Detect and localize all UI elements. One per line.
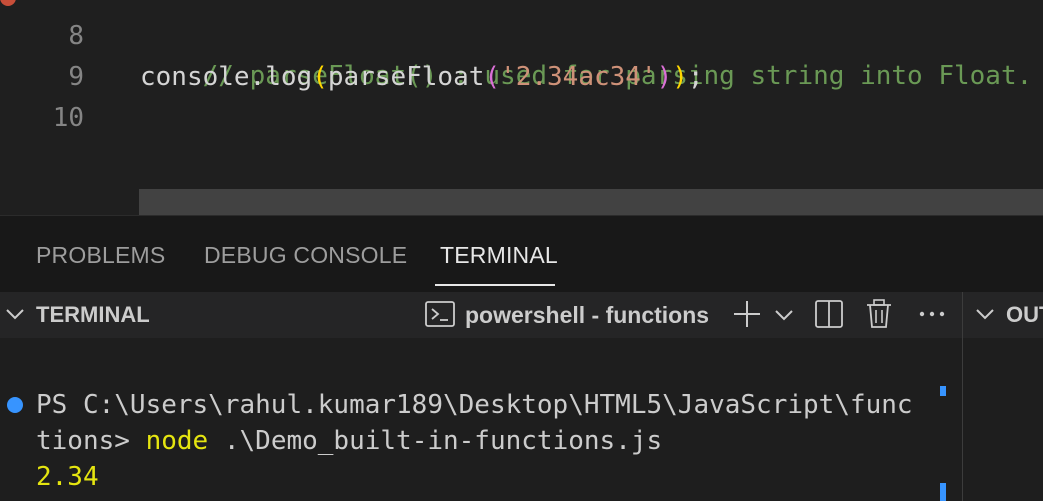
tab-problems[interactable]: PROBLEMS <box>36 242 165 269</box>
line-number-10: 10 <box>52 103 84 133</box>
scroll-marker <box>940 386 946 396</box>
code-console-log: console.log <box>140 62 313 92</box>
scroll-marker <box>940 483 946 501</box>
error-indicator-icon <box>0 0 16 6</box>
output-panel[interactable] <box>963 338 1043 501</box>
terminal-prompt-tail: tions> <box>36 426 146 456</box>
code-line-9[interactable]: console.log(parseFloat('2.34ac34')); <box>140 57 704 97</box>
active-tab-indicator <box>435 284 555 286</box>
output-chevron-down-icon[interactable] <box>974 303 996 325</box>
terminal-icon[interactable] <box>424 298 456 330</box>
line-number-8: 8 <box>68 21 84 51</box>
terminal-command: node <box>145 426 209 456</box>
split-editor-icon[interactable] <box>813 298 845 330</box>
code-paren-close-1: ) <box>672 62 688 92</box>
ellipsis-icon[interactable] <box>916 298 948 330</box>
terminal-line-command: tions> node .\Demo_built-in-functions.js <box>36 423 662 459</box>
terminal-output[interactable]: PS C:\Users\rahul.kumar189\Desktop\HTML5… <box>0 338 962 501</box>
code-paren-open-1: ( <box>312 62 328 92</box>
chevron-down-icon[interactable] <box>4 303 26 325</box>
terminal-line-output: 2.34 <box>36 462 99 492</box>
command-decoration-icon[interactable] <box>7 397 23 413</box>
code-paren-open-2: ( <box>484 62 501 92</box>
code-string-literal: '2.34ac34' <box>500 62 657 92</box>
horizontal-scrollbar[interactable] <box>139 189 1043 215</box>
terminal-section-title[interactable]: TERMINAL <box>36 302 150 328</box>
terminal-line-prompt: PS C:\Users\rahul.kumar189\Desktop\HTML5… <box>36 390 913 420</box>
plus-icon[interactable] <box>731 298 763 330</box>
add-terminal-menu-chevron-down-icon[interactable] <box>768 298 800 330</box>
output-section-title[interactable]: OUT <box>1006 302 1043 328</box>
trash-icon[interactable] <box>863 298 895 330</box>
code-paren-close-2: ) <box>656 62 673 92</box>
code-editor[interactable]: 8 9 10 // parseFloat() : used for parsin… <box>0 0 1043 215</box>
terminal-section-header: TERMINAL powershell - functions OUT <box>0 292 1043 338</box>
code-semicolon: ; <box>687 62 704 92</box>
tab-terminal[interactable]: TERMINAL <box>440 242 558 269</box>
line-number-gutter: 8 9 10 <box>0 0 138 215</box>
terminal-command-args: .\Demo_built-in-functions.js <box>208 426 663 456</box>
code-parsefloat: parseFloat <box>327 62 485 92</box>
tab-debug-console[interactable]: DEBUG CONSOLE <box>204 242 407 269</box>
panel-tab-bar: PROBLEMS DEBUG CONSOLE TERMINAL <box>0 215 1043 292</box>
terminal-instance-label[interactable]: powershell - functions <box>465 302 709 329</box>
line-number-9: 9 <box>68 62 84 92</box>
